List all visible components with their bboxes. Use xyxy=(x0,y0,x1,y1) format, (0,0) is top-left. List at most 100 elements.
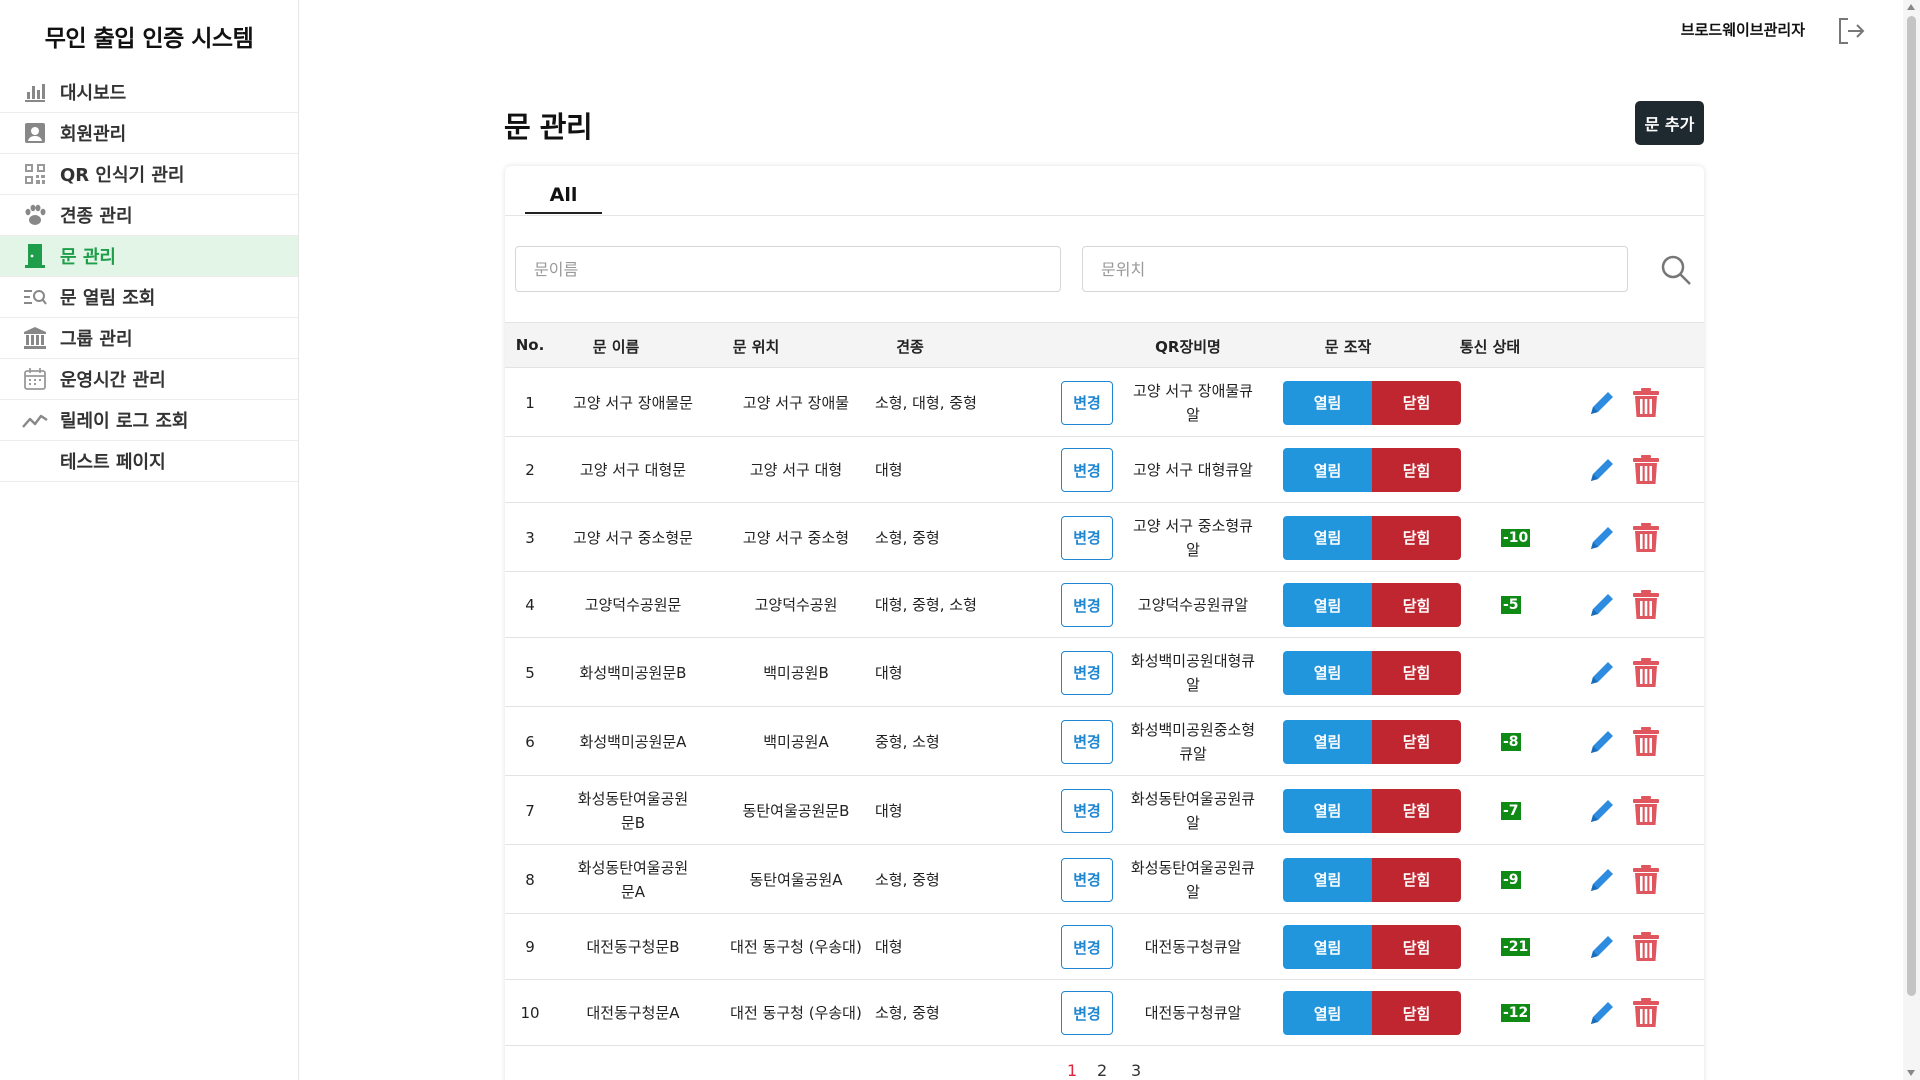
sidebar-item-5[interactable]: 문 열림 조회 xyxy=(0,277,298,318)
trash-icon[interactable] xyxy=(1631,795,1661,827)
sidebar-item-8[interactable]: 릴레이 로그 조회 xyxy=(0,400,298,441)
sidebar-item-1[interactable]: 회원관리 xyxy=(0,113,298,154)
close-door-button[interactable]: 닫힘 xyxy=(1372,719,1461,764)
change-breed-button[interactable]: 변경 xyxy=(1061,515,1113,560)
trash-icon[interactable] xyxy=(1631,726,1661,758)
sidebar-item-4[interactable]: 문 관리 xyxy=(0,236,298,277)
change-breed-button[interactable]: 변경 xyxy=(1061,788,1113,833)
close-door-button[interactable]: 닫힘 xyxy=(1372,991,1461,1035)
open-door-button[interactable]: 열림 xyxy=(1283,788,1372,833)
add-door-button[interactable]: 문 추가 xyxy=(1635,101,1704,145)
close-door-button[interactable]: 닫힘 xyxy=(1372,515,1461,560)
edit-icon[interactable] xyxy=(1587,387,1617,419)
row-no: 9 xyxy=(525,938,535,956)
edit-icon[interactable] xyxy=(1587,931,1617,963)
trash-icon[interactable] xyxy=(1631,931,1661,963)
sidebar-item-6[interactable]: 그룹 관리 xyxy=(0,318,298,359)
change-breed-button[interactable]: 변경 xyxy=(1061,583,1113,627)
row-no: 8 xyxy=(525,870,535,889)
header-status: 통신 상태 xyxy=(1459,338,1521,356)
trash-icon[interactable] xyxy=(1631,589,1661,621)
open-door-button[interactable]: 열림 xyxy=(1283,448,1372,492)
close-door-button[interactable]: 닫힘 xyxy=(1372,380,1461,425)
table-row: 1 고양 서구 장애물문 고양 서구 장애물 소형, 대형, 중형 변경 고양 서구 장애… xyxy=(505,368,1704,437)
table-row: 6 화성백미공원문A 백미공원A 중형, 소형 변경 화성백미공원중소형큐알 열림 닫힘 -8 xyxy=(505,707,1704,776)
trash-icon[interactable] xyxy=(1631,522,1661,554)
row-no: 5 xyxy=(525,663,535,682)
search-icon[interactable] xyxy=(1659,253,1693,287)
open-door-button[interactable]: 열림 xyxy=(1283,991,1372,1035)
change-breed-button[interactable]: 변경 xyxy=(1061,857,1113,902)
row-breed: 대형 xyxy=(875,663,903,682)
edit-icon[interactable] xyxy=(1587,454,1617,486)
open-door-button[interactable]: 열림 xyxy=(1283,515,1372,560)
tab-all[interactable]: All xyxy=(525,184,602,214)
change-breed-button[interactable]: 변경 xyxy=(1061,719,1113,764)
trash-icon[interactable] xyxy=(1631,657,1661,689)
trash-icon[interactable] xyxy=(1631,997,1661,1029)
change-breed-button[interactable]: 변경 xyxy=(1061,448,1113,492)
door-location-input[interactable] xyxy=(1082,246,1628,292)
open-door-button[interactable]: 열림 xyxy=(1283,650,1372,695)
row-door-name: 고양 서구 중소형문 xyxy=(573,528,693,547)
scrollbar-thumb[interactable] xyxy=(1907,16,1916,996)
table-row: 10 대전동구청문A 대전 동구청 (우송대) 소형, 중형 변경 대전동구청큐알 열림 닫힘… xyxy=(505,980,1704,1046)
edit-icon[interactable] xyxy=(1587,795,1617,827)
trash-icon[interactable] xyxy=(1631,454,1661,486)
logout-icon[interactable] xyxy=(1834,14,1868,48)
row-breed: 중형, 소형 xyxy=(875,732,940,751)
sidebar-item-7[interactable]: 운영시간 관리 xyxy=(0,359,298,400)
row-qr-device: 화성동탄여울공원큐알 xyxy=(1130,858,1256,901)
close-door-button[interactable]: 닫힘 xyxy=(1372,788,1461,833)
sidebar-item-0[interactable]: 대시보드 xyxy=(0,72,298,113)
open-door-button[interactable]: 열림 xyxy=(1283,380,1372,425)
edit-icon[interactable] xyxy=(1587,657,1617,689)
open-door-button[interactable]: 열림 xyxy=(1283,857,1372,902)
close-door-button[interactable]: 닫힘 xyxy=(1372,857,1461,902)
vertical-scrollbar[interactable] xyxy=(1903,0,1920,1080)
row-breed: 대형, 중형, 소형 xyxy=(875,596,977,614)
status-badge: -7 xyxy=(1501,801,1521,820)
close-door-button[interactable]: 닫힘 xyxy=(1372,448,1461,492)
sidebar-item-label: 회원관리 xyxy=(60,124,127,145)
row-door-location: 동탄여울공원문B xyxy=(742,801,850,820)
edit-icon[interactable] xyxy=(1587,726,1617,758)
sidebar-item-label: 대시보드 xyxy=(60,83,127,104)
change-breed-button[interactable]: 변경 xyxy=(1061,925,1113,969)
open-door-button[interactable]: 열림 xyxy=(1283,583,1372,627)
bar-chart-icon xyxy=(22,79,48,105)
change-breed-button[interactable]: 변경 xyxy=(1061,991,1113,1035)
close-door-button[interactable]: 닫힘 xyxy=(1372,925,1461,969)
table-row: 4 고양덕수공원문 고양덕수공원 대형, 중형, 소형 변경 고양덕수공원큐알 열림 닫힘 -5 xyxy=(505,572,1704,638)
sidebar-nav: 대시보드회원관리 QR 인식기 관리견종 관리문 관리 문 열림 조회 그룹 관리 운영… xyxy=(0,72,298,482)
change-breed-button[interactable]: 변경 xyxy=(1061,380,1113,425)
scroll-up-icon[interactable] xyxy=(1907,4,1915,10)
open-door-button[interactable]: 열림 xyxy=(1283,925,1372,969)
trash-icon[interactable] xyxy=(1631,387,1661,419)
edit-icon[interactable] xyxy=(1587,997,1617,1029)
page-link-2[interactable]: 2 xyxy=(1097,1061,1107,1080)
edit-icon[interactable] xyxy=(1587,589,1617,621)
status-badge: -8 xyxy=(1501,732,1521,751)
trash-icon[interactable] xyxy=(1631,864,1661,896)
tab-bar: All xyxy=(505,166,1704,216)
table-header: No. 문 이름 문 위치 견종 QR장비명 문 조작 통신 상태 xyxy=(505,322,1704,368)
status-badge: -10 xyxy=(1501,528,1531,547)
row-qr-device: 고양 서구 장애물큐알 xyxy=(1133,381,1253,424)
page-link-3[interactable]: 3 xyxy=(1131,1061,1141,1080)
sidebar-item-3[interactable]: 견종 관리 xyxy=(0,195,298,236)
page-link-1[interactable]: 1 xyxy=(1067,1061,1077,1080)
sidebar-item-2[interactable]: QR 인식기 관리 xyxy=(0,154,298,195)
close-door-button[interactable]: 닫힘 xyxy=(1372,650,1461,695)
open-door-button[interactable]: 열림 xyxy=(1283,719,1372,764)
sidebar-item-9[interactable]: 테스트 페이지 xyxy=(0,441,298,482)
row-door-location: 백미공원B xyxy=(763,663,829,682)
close-door-button[interactable]: 닫힘 xyxy=(1372,583,1461,627)
scroll-down-icon[interactable] xyxy=(1907,1070,1915,1076)
sidebar-item-label: 견종 관리 xyxy=(60,206,133,227)
change-breed-button[interactable]: 변경 xyxy=(1061,650,1113,695)
door-name-input[interactable] xyxy=(515,246,1061,292)
paw-icon xyxy=(22,202,48,228)
edit-icon[interactable] xyxy=(1587,864,1617,896)
edit-icon[interactable] xyxy=(1587,522,1617,554)
